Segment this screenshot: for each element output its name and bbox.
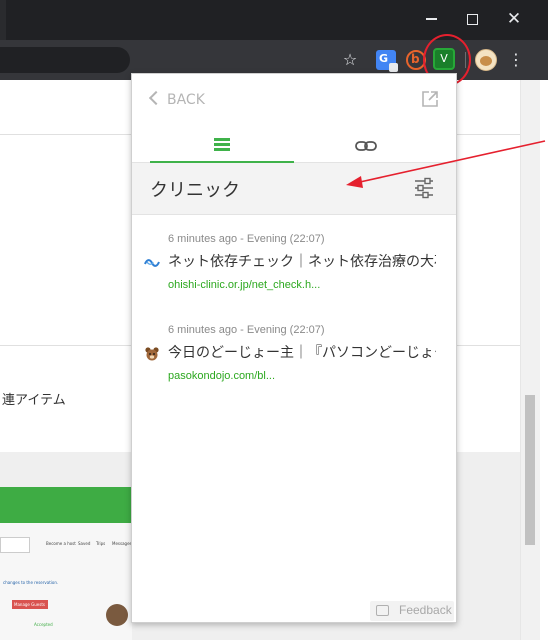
translate-letter: G	[379, 52, 389, 65]
embedded-nav-item: Become a host	[46, 541, 76, 546]
chevron-left-icon	[148, 90, 164, 106]
embedded-nav-item: Saved	[78, 541, 91, 546]
feedback-button[interactable]: Feedback	[370, 601, 454, 621]
close-window-button[interactable]: ✕	[494, 6, 534, 32]
chat-bubble-icon	[376, 605, 389, 616]
google-translate-extension-icon[interactable]: G	[376, 50, 398, 72]
extension-popup: BACK クリニック 6 minutes ago - Evening (22:0…	[131, 73, 457, 623]
b-extension-letter: b	[411, 52, 420, 66]
page-green-banner	[0, 487, 132, 523]
item-url[interactable]: pasokondojo.com/bl...	[168, 370, 275, 382]
list-icon	[214, 138, 230, 152]
browser-title-bar: ✕	[0, 0, 548, 40]
bookmark-star-icon[interactable]: ☆	[340, 50, 360, 70]
address-bar[interactable]	[0, 47, 130, 73]
embedded-nav-item: Messages	[112, 541, 132, 546]
embedded-search-field	[0, 537, 30, 553]
item-title[interactable]: 今日のどーじょー主｜『パソコンどーじょー』	[168, 342, 436, 362]
link-icon	[355, 141, 377, 151]
item-timestamp: 6 minutes ago - Evening (22:07)	[168, 324, 325, 336]
search-query-bar[interactable]: クリニック	[132, 163, 456, 215]
minimize-button[interactable]	[411, 6, 451, 32]
minimize-icon	[425, 18, 437, 20]
embedded-status-text: Accepted	[34, 622, 53, 627]
embedded-profile-photo	[106, 604, 128, 626]
item-timestamp: 6 minutes ago - Evening (22:07)	[168, 233, 325, 245]
embedded-manage-guests-button: Manage Guests	[12, 600, 48, 609]
kebab-menu-icon[interactable]: ⋮	[506, 50, 526, 70]
embedded-notice-text: changes to the reservation.	[3, 580, 59, 585]
embedded-nav-item: Trips	[96, 541, 106, 546]
item-url[interactable]: ohishi-clinic.or.jp/net_check.h...	[168, 279, 320, 291]
open-external-icon[interactable]	[420, 89, 440, 109]
related-items-heading: 連アイテム	[2, 393, 66, 408]
blue-swirl-icon	[144, 259, 160, 267]
embedded-button-label: Manage Guests	[14, 602, 45, 607]
back-button[interactable]: BACK	[148, 88, 205, 112]
tab-list-view[interactable]	[150, 130, 294, 163]
page-scrollbar[interactable]	[520, 80, 540, 640]
tab-link-view[interactable]	[294, 130, 438, 163]
scrollbar-thumb[interactable]	[525, 395, 535, 545]
maximize-icon	[466, 13, 478, 25]
profile-avatar[interactable]	[475, 49, 497, 71]
history-item[interactable]: 6 minutes ago - Evening (22:07) ネット依存チェッ…	[132, 233, 456, 313]
close-icon: ✕	[506, 9, 522, 29]
maximize-button[interactable]	[452, 6, 492, 32]
feedback-label: Feedback	[399, 603, 452, 617]
view-tabs	[132, 130, 456, 163]
search-query-text[interactable]: クリニック	[150, 176, 240, 202]
bear-icon	[145, 347, 159, 361]
filter-settings-icon[interactable]	[414, 177, 434, 199]
tab-strip[interactable]	[0, 0, 6, 40]
history-item[interactable]: 6 minutes ago - Evening (22:07) 今日のどーじょー…	[132, 324, 456, 404]
item-title[interactable]: ネット依存チェック｜ネット依存治療の大石クリニック	[168, 251, 436, 271]
back-label: BACK	[167, 92, 205, 108]
